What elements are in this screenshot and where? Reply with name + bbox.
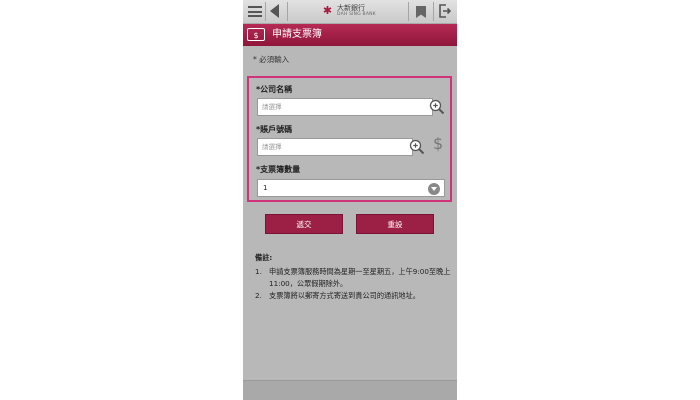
notes-section: 備註: 1. 申請支票簿服務時間為星期一至星期五，上午9:00至晚上11:00，…: [255, 252, 451, 302]
quantity-value: 1: [263, 184, 268, 192]
note-item: 2. 支票簿將以郵寄方式寄送到貴公司的通訊地址。: [255, 290, 451, 302]
hamburger-menu-icon[interactable]: [248, 6, 262, 17]
page-title: 申請支票簿: [272, 29, 322, 40]
note-number: 2.: [255, 291, 262, 300]
divider: [265, 2, 266, 21]
bookmark-icon[interactable]: [416, 6, 426, 18]
zoom-search-icon[interactable]: [409, 139, 425, 155]
divider: [408, 2, 409, 21]
bank-name-cn: 大新銀行: [337, 4, 365, 12]
chevron-down-icon: [428, 183, 440, 195]
top-nav-bar: ✱ 大新銀行 DAH SING BANK: [243, 0, 457, 24]
dollar-icon[interactable]: $: [433, 136, 443, 152]
back-arrow-icon[interactable]: [270, 4, 279, 18]
bank-name-en: DAH SING BANK: [337, 12, 376, 17]
zoom-search-icon[interactable]: [429, 99, 445, 115]
page-title-bar: $ 申請支票簿: [243, 24, 457, 46]
quantity-select[interactable]: 1: [257, 179, 445, 197]
form-panel: *公司名稱 請選擇 *賬戶號碼 請選擇 $ *支票簿數量 1: [247, 76, 452, 202]
note-number: 1.: [255, 267, 262, 276]
cheque-icon: $: [247, 28, 265, 41]
divider: [433, 2, 434, 21]
mobile-app-screen: ✱ 大新銀行 DAH SING BANK $ 申請支票簿 * 必須輸入 *公司名…: [243, 0, 457, 400]
quantity-label: *支票簿數量: [256, 165, 301, 174]
note-text: 支票簿將以郵寄方式寄送到貴公司的通訊地址。: [269, 291, 420, 300]
bank-logo: ✱ 大新銀行 DAH SING BANK: [321, 4, 381, 20]
bottom-bar: [243, 380, 457, 400]
company-select-field[interactable]: 請選擇: [257, 98, 433, 116]
note-text: 申請支票簿服務時間為星期一至星期五，上午9:00至晚上11:00，公眾假期除外。: [269, 267, 451, 288]
account-label: *賬戶號碼: [256, 125, 293, 134]
bank-logo-mark-icon: ✱: [322, 4, 333, 17]
notes-title: 備註:: [255, 253, 273, 262]
divider: [287, 2, 288, 21]
logout-icon[interactable]: [439, 4, 451, 18]
required-note: * 必須輸入: [253, 55, 290, 64]
submit-button[interactable]: 遞交: [265, 214, 343, 234]
account-select-field[interactable]: 請選擇: [257, 138, 413, 156]
reset-button[interactable]: 重設: [356, 214, 434, 234]
note-item: 1. 申請支票簿服務時間為星期一至星期五，上午9:00至晚上11:00，公眾假期…: [255, 266, 451, 290]
company-label: *公司名稱: [256, 85, 293, 94]
